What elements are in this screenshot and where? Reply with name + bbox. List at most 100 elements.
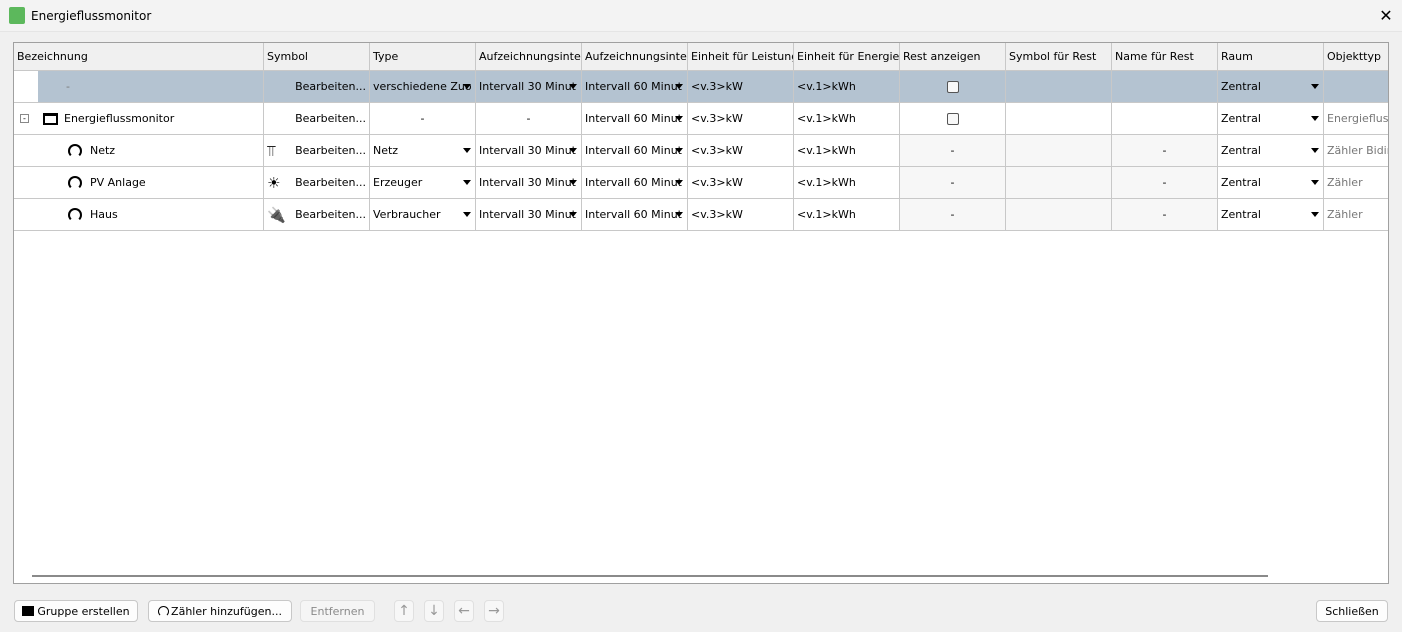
power-unit-field[interactable]: <v.3>kW	[688, 71, 794, 103]
rest-checkbox[interactable]	[946, 80, 959, 93]
power-unit-field[interactable]: <v.3>kW	[688, 167, 794, 199]
gauge-icon	[68, 175, 82, 190]
rest-symbol-cell	[1006, 199, 1112, 231]
horizontal-scrollbar[interactable]	[32, 575, 1268, 577]
rest-checkbox[interactable]	[946, 112, 959, 125]
symbol-cell[interactable]: ☀ Bearbeiten...	[264, 167, 370, 199]
table-row[interactable]: Haus 🔌 Bearbeiten... Verbraucher Intervall 3…	[14, 199, 1388, 231]
table-row[interactable]: - Bearbeiten... verschiedene Zuo Intervall …	[14, 71, 1388, 103]
interval2-select[interactable]: Intervall 60 Minut	[582, 167, 688, 199]
energy-unit-field[interactable]: <v.1>kWh	[794, 71, 900, 103]
type-select: -	[370, 103, 476, 135]
column-header[interactable]: Einheit für Leistung	[688, 43, 794, 70]
rest-name-cell: -	[1112, 135, 1218, 167]
interval2-select[interactable]: Intervall 60 Minut	[582, 199, 688, 231]
symbol-cell[interactable]: Bearbeiten...	[264, 103, 370, 135]
rest-symbol-cell	[1006, 103, 1112, 135]
room-select[interactable]: Zentral	[1218, 199, 1324, 231]
column-header[interactable]: Aufzeichnungsinten	[582, 43, 688, 70]
interval1-select[interactable]: Intervall 30 Minut	[476, 199, 582, 231]
type-select[interactable]: verschiedene Zuo	[370, 71, 476, 103]
name-cell[interactable]: -	[14, 71, 264, 103]
column-header[interactable]: Aufzeichnungsinten	[476, 43, 582, 70]
interval2-select[interactable]: Intervall 60 Minut	[582, 71, 688, 103]
edit-symbol-link[interactable]: Bearbeiten...	[295, 144, 366, 157]
name-cell[interactable]: - Energieflussmonitor	[14, 103, 264, 135]
energy-flow-table[interactable]: Bezeichnung Symbol Type Aufzeichnungsint…	[13, 42, 1389, 584]
object-type-cell: Zähler Bidire	[1324, 135, 1388, 167]
title-bar: Energieflussmonitor ✕	[0, 0, 1402, 32]
add-meter-button[interactable]: Zähler hinzufügen...	[148, 600, 292, 622]
symbol-cell[interactable]: 🔌 Bearbeiten...	[264, 199, 370, 231]
energy-unit-field[interactable]: <v.1>kWh	[794, 103, 900, 135]
rest-cell[interactable]	[900, 71, 1006, 103]
column-header[interactable]: Type	[370, 43, 476, 70]
symbol-cell[interactable]: ⫪ Bearbeiten...	[264, 135, 370, 167]
arrow-up-icon[interactable]: ↑	[394, 600, 414, 622]
symbol-icon: 🔌	[267, 205, 286, 224]
folder-icon	[22, 606, 35, 616]
app-icon	[9, 7, 25, 24]
table-row[interactable]: PV Anlage ☀ Bearbeiten... Erzeuger Intervall…	[14, 167, 1388, 199]
symbol-cell[interactable]: Bearbeiten...	[264, 71, 370, 103]
gauge-icon	[158, 605, 170, 617]
table-row[interactable]: - Energieflussmonitor Bearbeiten... - - Inter…	[14, 103, 1388, 135]
column-header[interactable]: Name für Rest	[1112, 43, 1218, 70]
column-header[interactable]: Bezeichnung	[14, 43, 264, 70]
room-select[interactable]: Zentral	[1218, 71, 1324, 103]
object-type-cell: Zähler	[1324, 167, 1388, 199]
rest-cell[interactable]	[900, 103, 1006, 135]
arrow-left-icon[interactable]: ←	[454, 600, 474, 622]
arrow-down-icon[interactable]: ↓	[424, 600, 444, 622]
column-header[interactable]: Raum	[1218, 43, 1324, 70]
edit-symbol-link[interactable]: Bearbeiten...	[295, 80, 366, 93]
type-select[interactable]: Verbraucher	[370, 199, 476, 231]
edit-symbol-link[interactable]: Bearbeiten...	[295, 176, 366, 189]
edit-symbol-link[interactable]: Bearbeiten...	[295, 112, 366, 125]
name-cell[interactable]: Netz	[14, 135, 264, 167]
power-unit-field[interactable]: <v.3>kW	[688, 135, 794, 167]
name-text: Haus	[90, 208, 118, 221]
rest-name-cell	[1112, 71, 1218, 103]
group-icon	[43, 112, 58, 125]
energy-unit-field[interactable]: <v.1>kWh	[794, 199, 900, 231]
room-select[interactable]: Zentral	[1218, 103, 1324, 135]
rest-cell: -	[900, 135, 1006, 167]
edit-symbol-link[interactable]: Bearbeiten...	[295, 208, 366, 221]
rest-value: -	[950, 144, 955, 157]
column-header[interactable]: Rest anzeigen	[900, 43, 1006, 70]
energy-unit-field[interactable]: <v.1>kWh	[794, 135, 900, 167]
interval2-select[interactable]: Intervall 60 Minut	[582, 135, 688, 167]
arrow-right-icon[interactable]: →	[484, 600, 504, 622]
remove-button[interactable]: Entfernen	[300, 600, 375, 622]
rest-value: -	[950, 208, 955, 221]
rest-name-cell: -	[1112, 199, 1218, 231]
object-type-cell: Energiefluss	[1324, 103, 1388, 135]
interval1-select[interactable]: Intervall 30 Minut	[476, 135, 582, 167]
close-icon[interactable]: ✕	[1370, 0, 1402, 32]
interval2-select[interactable]: Intervall 60 Minut	[582, 103, 688, 135]
type-select[interactable]: Erzeuger	[370, 167, 476, 199]
name-cell[interactable]: PV Anlage	[14, 167, 264, 199]
column-header[interactable]: Symbol für Rest	[1006, 43, 1112, 70]
type-select[interactable]: Netz	[370, 135, 476, 167]
power-unit-field[interactable]: <v.3>kW	[688, 199, 794, 231]
room-select[interactable]: Zentral	[1218, 167, 1324, 199]
window-title: Energieflussmonitor	[31, 9, 152, 23]
table-row[interactable]: Netz ⫪ Bearbeiten... Netz Intervall 30 Minut…	[14, 135, 1388, 167]
collapse-icon[interactable]: -	[20, 114, 29, 123]
rest-symbol-cell	[1006, 71, 1112, 103]
name-text: Energieflussmonitor	[64, 112, 175, 125]
interval1-select[interactable]: Intervall 30 Minut	[476, 71, 582, 103]
energy-unit-field[interactable]: <v.1>kWh	[794, 167, 900, 199]
power-unit-field[interactable]: <v.3>kW	[688, 103, 794, 135]
interval1-select[interactable]: Intervall 30 Minut	[476, 167, 582, 199]
column-header[interactable]: Symbol	[264, 43, 370, 70]
gauge-icon	[68, 207, 82, 222]
column-header[interactable]: Einheit für Energie c	[794, 43, 900, 70]
name-cell[interactable]: Haus	[14, 199, 264, 231]
close-button[interactable]: Schließen	[1316, 600, 1388, 622]
column-header[interactable]: Objekttyp	[1324, 43, 1388, 70]
room-select[interactable]: Zentral	[1218, 135, 1324, 167]
create-group-button[interactable]: Gruppe erstellen	[14, 600, 138, 622]
